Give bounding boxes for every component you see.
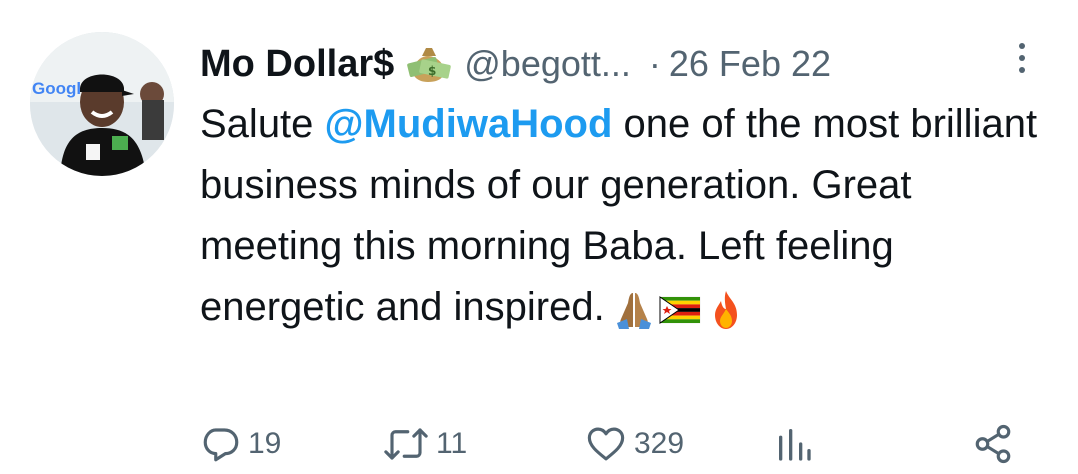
- zimbabwe-flag-emoji: [659, 288, 701, 330]
- share-button[interactable]: [972, 418, 1014, 470]
- fire-emoji: [705, 288, 747, 330]
- retweet-button[interactable]: 11: [382, 418, 467, 470]
- like-button[interactable]: 329: [584, 418, 684, 470]
- like-icon: [584, 423, 628, 465]
- views-icon: [774, 423, 814, 465]
- separator-dot: ·: [648, 43, 661, 84]
- money-bag-emoji: $: [406, 44, 452, 84]
- retweet-count: 11: [436, 427, 468, 460]
- emoji-group: [613, 288, 747, 330]
- share-icon: [972, 423, 1014, 465]
- avatar[interactable]: Googl: [30, 32, 174, 176]
- folded-hands-emoji: [613, 288, 655, 330]
- like-count: 329: [634, 427, 685, 460]
- tweet-date[interactable]: 26 Feb 22: [669, 43, 831, 85]
- author-handle[interactable]: @begott...: [464, 43, 631, 85]
- mention-link[interactable]: @MudiwaHood: [325, 102, 613, 146]
- retweet-icon: [382, 423, 430, 465]
- reply-icon: [200, 423, 242, 465]
- tweet-card[interactable]: Googl Mo Dollar$ $ @begott... · 26 Feb 2…: [0, 0, 1078, 474]
- reply-count: 19: [248, 427, 282, 460]
- svg-text:$: $: [428, 64, 436, 78]
- views-button[interactable]: [774, 418, 820, 470]
- tweet-header: Mo Dollar$ $ @begott... · 26 Feb 22: [200, 38, 831, 90]
- more-options-icon[interactable]: [1014, 40, 1030, 76]
- reply-button[interactable]: 19: [200, 418, 281, 470]
- tweet-text: Salute @MudiwaHood one of the most brill…: [200, 94, 1050, 338]
- svg-text:Googl: Googl: [32, 79, 81, 98]
- author-name[interactable]: Mo Dollar$: [200, 43, 394, 86]
- tweet-text-start: Salute: [200, 102, 325, 146]
- action-bar: 19 11 329: [200, 418, 1030, 470]
